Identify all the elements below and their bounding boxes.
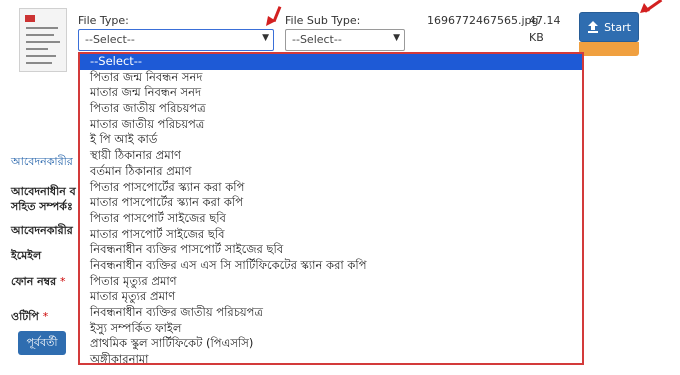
dropdown-option[interactable]: মাতার পাসপোর্ট সাইজের ছবি [80,227,582,243]
file-type-dropdown-list[interactable]: --Select-- পিতার জন্ম নিবন্ধন সনদ মাতার জন… [78,52,584,365]
dropdown-option[interactable]: অঙ্গীকারনামা [80,352,582,363]
dropdown-option[interactable]: --Select-- [80,54,582,70]
dropdown-option[interactable]: পিতার মৃত্যুর প্রমাণ [80,274,582,290]
relation-label-line2: সহিত সম্পর্কঃ [11,200,73,213]
file-sub-type-select[interactable]: --Select-- ▼ [285,29,405,51]
section-title: আবেদনকারীর [11,155,73,168]
previous-button[interactable]: পূর্ববর্তী [18,331,66,355]
secondary-action-button[interactable] [579,42,639,56]
dropdown-option[interactable]: মাতার জাতীয় পরিচয়পত্র [80,117,582,133]
file-name: 1696772467565.jpg [427,14,539,27]
dropdown-option[interactable]: পিতার জাতীয় পরিচয়পত্র [80,101,582,117]
chevron-down-icon: ▼ [262,33,269,43]
dropdown-option[interactable]: মাতার জন্ম নিবন্ধন সনদ [80,85,582,101]
file-size: 47.14 KB [529,12,561,46]
annotation-arrow-head-icon-2 [640,3,650,13]
email-label: ইমেইল [11,249,42,262]
file-sub-type-selected: --Select-- [292,33,342,46]
dropdown-option[interactable]: স্থায়ী ঠিকানার প্রমাণ [80,148,582,164]
annotation-arrow-head-icon [266,16,276,26]
applicant-label: আবেদনকারীর [11,224,73,237]
dropdown-option[interactable]: নিবন্ধনাধীন ব্যক্তির এস এস সি সার্টিফিকে… [80,258,582,274]
start-button-label: Start [604,20,631,34]
file-sub-type-label: File Sub Type: [285,14,361,27]
upload-icon [588,21,599,33]
file-thumbnail [19,8,67,72]
phone-label-text: ফোন নম্বর [11,275,57,288]
dropdown-option[interactable]: বর্তমান ঠিকানার প্রমাণ [80,164,582,180]
required-mark: * [42,310,49,323]
start-upload-button[interactable]: Start [579,12,639,42]
dropdown-option[interactable]: মাতার মৃত্যুর প্রমাণ [80,289,582,305]
dropdown-option[interactable]: পিতার পাসপোর্ট সাইজের ছবি [80,211,582,227]
file-type-selected: --Select-- [85,33,135,46]
file-type-label: File Type: [78,14,129,27]
file-type-select[interactable]: --Select-- ▼ [78,29,274,51]
required-mark: * [60,275,66,288]
otp-label-text: ওটিপি [11,310,39,323]
dropdown-option[interactable]: মাতার পাসপোর্টের স্ক্যান করা কপি [80,195,582,211]
chevron-down-icon: ▼ [393,33,400,43]
dropdown-option[interactable]: ইস্যু সম্পর্কিত ফাইল [80,321,582,337]
file-size-value: 47.14 [529,14,561,27]
file-size-unit: KB [529,31,544,44]
dropdown-option[interactable]: পিতার পাসপোর্টের স্ক্যান করা কপি [80,180,582,196]
dropdown-option[interactable]: প্রাথমিক স্কুল সার্টিফিকেট (পিএসসি) [80,336,582,352]
dropdown-option[interactable]: নিবন্ধনাধীন ব্যক্তির জাতীয় পরিচয়পত্র [80,305,582,321]
dropdown-option[interactable]: পিতার জন্ম নিবন্ধন সনদ [80,70,582,86]
dropdown-option[interactable]: ই পি আই কার্ড [80,132,582,148]
otp-label: ওটিপি * [11,308,48,327]
dropdown-option[interactable]: নিবন্ধনাধীন ব্যক্তির পাসপোর্ট সাইজের ছবি [80,242,582,258]
document-stamp-icon [25,15,35,22]
phone-label: ফোন নম্বর * [11,273,66,292]
